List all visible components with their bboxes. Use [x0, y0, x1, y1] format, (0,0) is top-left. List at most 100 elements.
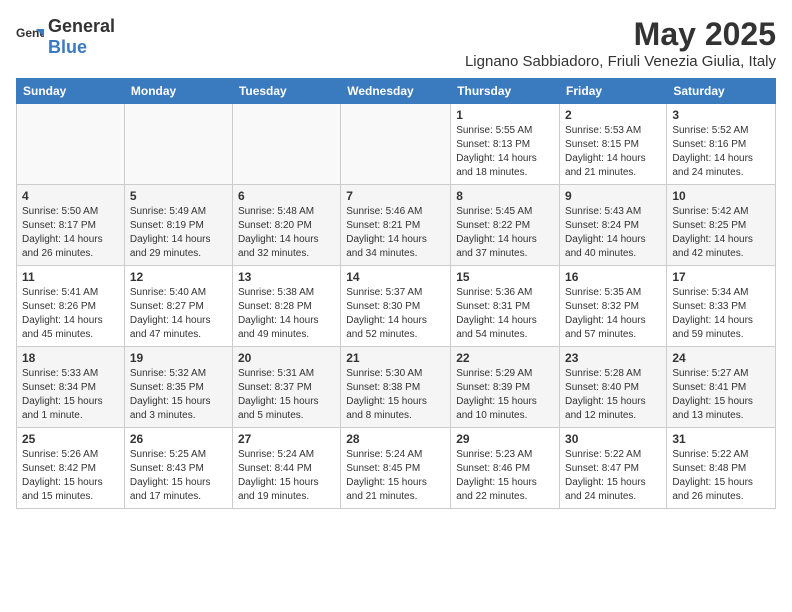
calendar-cell: 4Sunrise: 5:50 AMSunset: 8:17 PMDaylight… [17, 185, 125, 266]
day-number: 30 [565, 432, 661, 446]
calendar-cell: 3 Sunrise: 5:52 AMSunset: 8:16 PMDaylight… [667, 104, 776, 185]
calendar-cell: 20 Sunrise: 5:31 AMSunset: 8:37 PMDayligh… [232, 347, 340, 428]
logo: General General Blue [16, 16, 115, 58]
calendar-cell: 2Sunrise: 5:53 AMSunset: 8:15 PMDaylight… [560, 104, 667, 185]
day-info: Sunrise: 5:24 AMSunset: 8:44 PMDaylight:… [238, 448, 335, 504]
day-number: 12 [130, 270, 227, 284]
calendar-cell: 6Sunrise: 5:48 AMSunset: 8:20 PMDaylight… [232, 185, 340, 266]
day-info: Sunrise: 5:25 AMSunset: 8:43 PMDaylight:… [130, 448, 227, 504]
day-info: Sunrise: 5:32 AMSunset: 8:35 PMDaylight:… [130, 367, 227, 423]
day-info: Sunrise: 5:52 AMSunset: 8:16 PMDaylight:… [672, 124, 770, 180]
day-number: 6 [238, 189, 335, 203]
day-number: 1 [456, 108, 554, 122]
day-number: 28 [346, 432, 445, 446]
calendar-cell: 23 Sunrise: 5:28 AMSunset: 8:40 PMDayligh… [560, 347, 667, 428]
svg-text:General: General [16, 26, 44, 40]
day-number: 9 [565, 189, 661, 203]
day-number: 24 [672, 351, 770, 365]
day-number: 15 [456, 270, 554, 284]
day-number: 26 [130, 432, 227, 446]
day-number: 8 [456, 189, 554, 203]
col-header-wednesday: Wednesday [341, 79, 451, 104]
day-info: Sunrise: 5:33 AMSunset: 8:34 PMDaylight:… [22, 367, 119, 423]
day-info: Sunrise: 5:22 AMSunset: 8:47 PMDaylight:… [565, 448, 661, 504]
calendar-cell: 1 Sunrise: 5:55 AMSunset: 8:13 PMDaylight… [451, 104, 560, 185]
day-number: 13 [238, 270, 335, 284]
day-number: 27 [238, 432, 335, 446]
week-row-3: 11Sunrise: 5:41 AMSunset: 8:26 PMDayligh… [17, 266, 776, 347]
calendar-cell: 16 Sunrise: 5:35 AMSunset: 8:32 PMDayligh… [560, 266, 667, 347]
day-number: 3 [672, 108, 770, 122]
calendar-cell: 14Sunrise: 5:37 AMSunset: 8:30 PMDayligh… [341, 266, 451, 347]
day-info: Sunrise: 5:35 AMSunset: 8:32 PMDaylight:… [565, 286, 661, 342]
day-info: Sunrise: 5:27 AMSunset: 8:41 PMDaylight:… [672, 367, 770, 423]
day-number: 18 [22, 351, 119, 365]
calendar-cell: 8 Sunrise: 5:45 AMSunset: 8:22 PMDaylight… [451, 185, 560, 266]
calendar-cell: 30 Sunrise: 5:22 AMSunset: 8:47 PMDayligh… [560, 428, 667, 509]
calendar-cell: 29 Sunrise: 5:23 AMSunset: 8:46 PMDayligh… [451, 428, 560, 509]
day-info: Sunrise: 5:23 AMSunset: 8:46 PMDaylight:… [456, 448, 554, 504]
calendar-cell: 7 Sunrise: 5:46 AMSunset: 8:21 PMDaylight… [341, 185, 451, 266]
day-info: Sunrise: 5:26 AMSunset: 8:42 PMDaylight:… [22, 448, 119, 504]
page-header: General General Blue May 2025 Lignano Sa… [16, 16, 776, 70]
calendar-title: May 2025 [465, 16, 776, 53]
day-info: Sunrise: 5:46 AMSunset: 8:21 PMDaylight:… [346, 205, 445, 261]
col-header-saturday: Saturday [667, 79, 776, 104]
calendar-cell: 22Sunrise: 5:29 AMSunset: 8:39 PMDayligh… [451, 347, 560, 428]
day-number: 19 [130, 351, 227, 365]
day-info: Sunrise: 5:24 AMSunset: 8:45 PMDaylight:… [346, 448, 445, 504]
calendar-cell: 11Sunrise: 5:41 AMSunset: 8:26 PMDayligh… [17, 266, 125, 347]
day-info: Sunrise: 5:55 AMSunset: 8:13 PMDaylight:… [456, 124, 554, 180]
calendar-cell: 24 Sunrise: 5:27 AMSunset: 8:41 PMDayligh… [667, 347, 776, 428]
day-number: 7 [346, 189, 445, 203]
day-number: 20 [238, 351, 335, 365]
day-number: 16 [565, 270, 661, 284]
calendar-cell: 10 Sunrise: 5:42 AMSunset: 8:25 PMDayligh… [667, 185, 776, 266]
day-number: 17 [672, 270, 770, 284]
day-info: Sunrise: 5:45 AMSunset: 8:22 PMDaylight:… [456, 205, 554, 261]
day-info: Sunrise: 5:50 AMSunset: 8:17 PMDaylight:… [22, 205, 119, 261]
day-number: 5 [130, 189, 227, 203]
calendar-cell [124, 104, 232, 185]
col-header-thursday: Thursday [451, 79, 560, 104]
day-info: Sunrise: 5:28 AMSunset: 8:40 PMDaylight:… [565, 367, 661, 423]
calendar-cell: 18 Sunrise: 5:33 AMSunset: 8:34 PMDayligh… [17, 347, 125, 428]
logo-icon: General [16, 23, 44, 51]
day-number: 25 [22, 432, 119, 446]
calendar-cell: 31Sunrise: 5:22 AMSunset: 8:48 PMDayligh… [667, 428, 776, 509]
calendar-subtitle: Lignano Sabbiadoro, Friuli Venezia Giuli… [465, 53, 776, 70]
calendar-header-row: SundayMondayTuesdayWednesdayThursdayFrid… [17, 79, 776, 104]
calendar-cell: 27 Sunrise: 5:24 AMSunset: 8:44 PMDayligh… [232, 428, 340, 509]
day-number: 21 [346, 351, 445, 365]
logo-general: General [48, 16, 115, 36]
calendar-cell [341, 104, 451, 185]
day-info: Sunrise: 5:42 AMSunset: 8:25 PMDaylight:… [672, 205, 770, 261]
day-info: Sunrise: 5:37 AMSunset: 8:30 PMDaylight:… [346, 286, 445, 342]
day-info: Sunrise: 5:31 AMSunset: 8:37 PMDaylight:… [238, 367, 335, 423]
day-number: 10 [672, 189, 770, 203]
week-row-4: 18 Sunrise: 5:33 AMSunset: 8:34 PMDayligh… [17, 347, 776, 428]
day-number: 22 [456, 351, 554, 365]
week-row-5: 25 Sunrise: 5:26 AMSunset: 8:42 PMDayligh… [17, 428, 776, 509]
col-header-monday: Monday [124, 79, 232, 104]
day-number: 29 [456, 432, 554, 446]
day-info: Sunrise: 5:40 AMSunset: 8:27 PMDaylight:… [130, 286, 227, 342]
calendar-cell: 21 Sunrise: 5:30 AMSunset: 8:38 PMDayligh… [341, 347, 451, 428]
day-info: Sunrise: 5:30 AMSunset: 8:38 PMDaylight:… [346, 367, 445, 423]
day-info: Sunrise: 5:34 AMSunset: 8:33 PMDaylight:… [672, 286, 770, 342]
calendar-cell: 12 Sunrise: 5:40 AMSunset: 8:27 PMDayligh… [124, 266, 232, 347]
col-header-tuesday: Tuesday [232, 79, 340, 104]
col-header-friday: Friday [560, 79, 667, 104]
calendar-cell: 25 Sunrise: 5:26 AMSunset: 8:42 PMDayligh… [17, 428, 125, 509]
calendar-table: SundayMondayTuesdayWednesdayThursdayFrid… [16, 78, 776, 509]
day-number: 31 [672, 432, 770, 446]
calendar-cell [17, 104, 125, 185]
day-info: Sunrise: 5:41 AMSunset: 8:26 PMDaylight:… [22, 286, 119, 342]
calendar-cell: 28 Sunrise: 5:24 AMSunset: 8:45 PMDayligh… [341, 428, 451, 509]
calendar-cell: 13Sunrise: 5:38 AMSunset: 8:28 PMDayligh… [232, 266, 340, 347]
day-number: 23 [565, 351, 661, 365]
day-info: Sunrise: 5:53 AMSunset: 8:15 PMDaylight:… [565, 124, 661, 180]
calendar-cell: 26 Sunrise: 5:25 AMSunset: 8:43 PMDayligh… [124, 428, 232, 509]
calendar-cell: 17 Sunrise: 5:34 AMSunset: 8:33 PMDayligh… [667, 266, 776, 347]
day-info: Sunrise: 5:49 AMSunset: 8:19 PMDaylight:… [130, 205, 227, 261]
